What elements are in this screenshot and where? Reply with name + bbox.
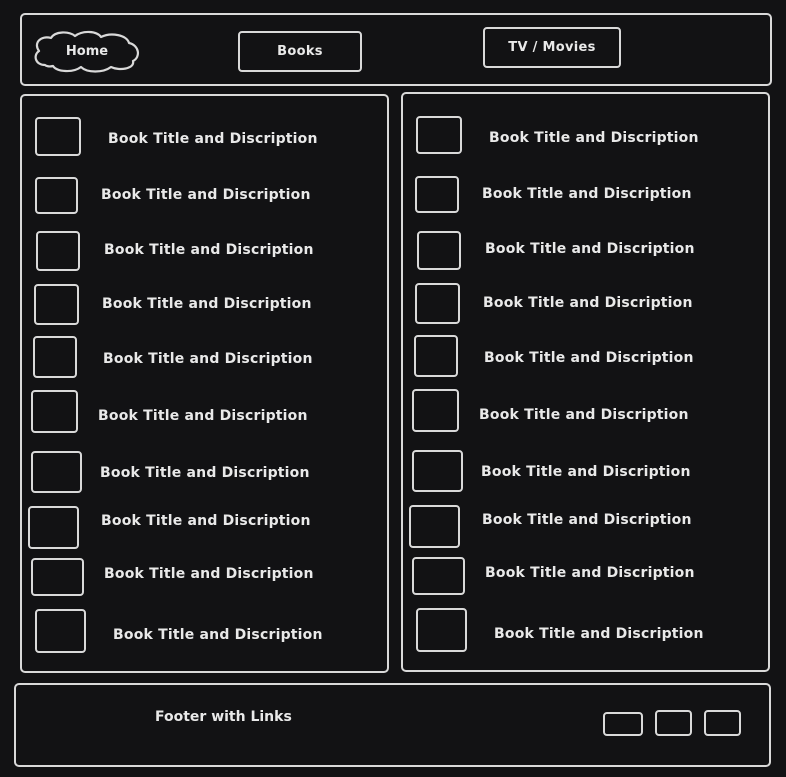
- book-title-text: Book Title and Discription: [482, 512, 692, 528]
- wireframe-page: Home Books TV / Movies Book Title and Di…: [0, 0, 786, 777]
- book-thumbnail: [412, 389, 459, 432]
- book-thumbnail: [35, 609, 86, 653]
- book-title-text: Book Title and Discription: [104, 242, 314, 258]
- book-title-text: Book Title and Discription: [100, 465, 310, 481]
- book-title-text: Book Title and Discription: [104, 566, 314, 582]
- book-thumbnail: [35, 177, 78, 214]
- book-title-text: Book Title and Discription: [103, 351, 313, 367]
- book-thumbnail: [416, 116, 462, 154]
- book-title-text: Book Title and Discription: [485, 241, 695, 257]
- footer-link-2[interactable]: [655, 710, 692, 736]
- book-thumbnail: [409, 505, 460, 548]
- nav-books-button[interactable]: Books: [238, 31, 362, 72]
- nav-books-label: Books: [277, 44, 323, 59]
- book-title-text: Book Title and Discription: [101, 513, 311, 529]
- book-title-text: Book Title and Discription: [479, 407, 689, 423]
- book-title-text: Book Title and Discription: [101, 187, 311, 203]
- nav-tv-movies-button[interactable]: TV / Movies: [483, 27, 621, 68]
- footer-label: Footer with Links: [155, 709, 292, 725]
- book-title-text: Book Title and Discription: [482, 186, 692, 202]
- book-thumbnail: [28, 506, 79, 549]
- book-title-text: Book Title and Discription: [483, 295, 693, 311]
- footer-link-3[interactable]: [704, 710, 741, 736]
- book-title-text: Book Title and Discription: [102, 296, 312, 312]
- book-title-text: Book Title and Discription: [484, 350, 694, 366]
- nav-tv-movies-label: TV / Movies: [508, 40, 596, 55]
- book-title-text: Book Title and Discription: [485, 565, 695, 581]
- book-title-text: Book Title and Discription: [98, 408, 308, 424]
- book-thumbnail: [35, 117, 81, 156]
- book-thumbnail: [416, 608, 467, 652]
- book-thumbnail: [31, 451, 82, 493]
- book-thumbnail: [415, 283, 460, 324]
- book-thumbnail: [414, 335, 458, 377]
- footer-link-1[interactable]: [603, 712, 643, 736]
- book-thumbnail: [412, 450, 463, 492]
- book-title-text: Book Title and Discription: [494, 626, 704, 642]
- book-thumbnail: [36, 231, 80, 271]
- book-thumbnail: [33, 336, 77, 378]
- book-thumbnail: [31, 390, 78, 433]
- book-thumbnail: [415, 176, 459, 213]
- book-thumbnail: [417, 231, 461, 270]
- book-title-text: Book Title and Discription: [481, 464, 691, 480]
- nav-home-button[interactable]: Home: [31, 29, 143, 73]
- nav-home-label: Home: [65, 43, 109, 59]
- book-thumbnail: [34, 284, 79, 325]
- book-title-text: Book Title and Discription: [108, 131, 318, 147]
- book-thumbnail: [31, 558, 84, 596]
- book-thumbnail: [412, 557, 465, 595]
- book-title-text: Book Title and Discription: [489, 130, 699, 146]
- book-title-text: Book Title and Discription: [113, 627, 323, 643]
